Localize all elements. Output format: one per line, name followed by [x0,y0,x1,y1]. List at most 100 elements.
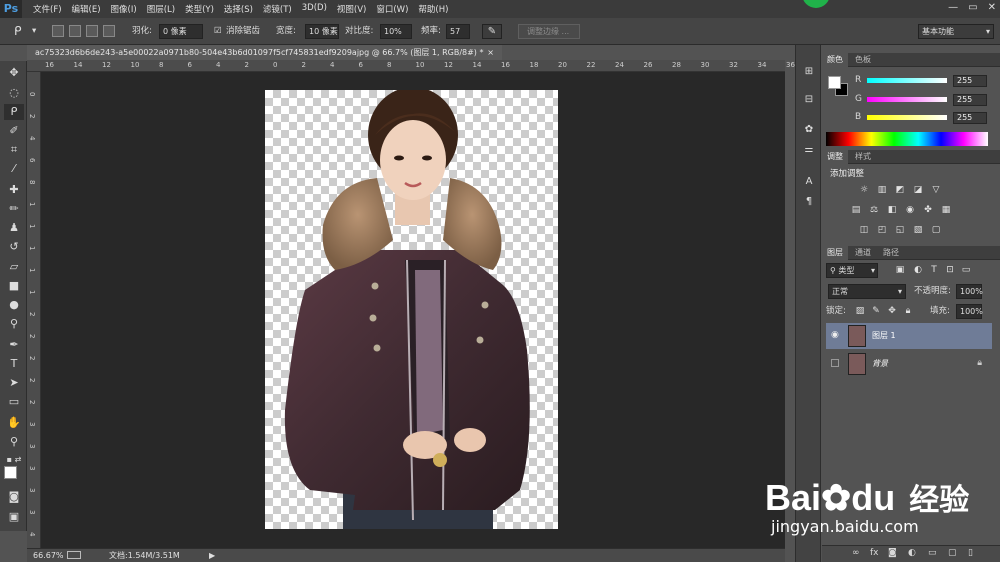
layer-row[interactable]: ◉ 图层 1 [826,323,992,349]
screen-mode-icon[interactable]: ▣ [4,509,24,525]
curves-icon[interactable]: ◩ [894,185,906,196]
filter-pixel-icon[interactable]: ▣ [894,265,906,276]
character-icon[interactable]: A [801,175,817,189]
posterize-icon[interactable]: ◰ [876,225,888,236]
green-value[interactable]: 255 [953,94,987,106]
quick-select-tool-icon[interactable]: ✐ [4,123,24,139]
chevron-down-icon[interactable]: ▾ [32,24,36,39]
maximize-icon[interactable]: ▭ [968,2,977,13]
crop-tool-icon[interactable]: ⌗ [4,142,24,158]
link-icon[interactable]: ∞ [852,548,860,558]
tab-styles[interactable]: 样式 [850,150,876,164]
menu-item[interactable]: 视图(V) [332,3,371,15]
levels-icon[interactable]: ▥ [876,185,888,196]
shape-tool-icon[interactable]: ▭ [4,394,24,410]
gradient-map-icon[interactable]: ▢ [930,225,942,236]
close-icon[interactable]: ✕ [988,2,996,13]
history-icon[interactable]: ⊞ [801,65,817,79]
red-track[interactable] [867,78,947,83]
intersect-selection-button[interactable] [103,25,115,37]
vibrance-icon[interactable]: ▽ [930,185,942,196]
menu-item[interactable]: 图像(I) [106,3,142,15]
dodge-tool-icon[interactable]: ⚲ [4,316,24,332]
healing-brush-tool-icon[interactable]: ✚ [4,182,24,198]
type-tool-icon[interactable]: T [4,356,24,372]
tab-adjustments[interactable]: 调整 [822,150,848,164]
pen-pressure-icon[interactable]: ✎ [482,24,502,39]
eraser-tool-icon[interactable]: ▱ [4,259,24,275]
blend-mode-select[interactable]: 正常 ▾ [828,284,906,299]
feather-input[interactable]: 0 像素 [159,24,203,39]
subtract-selection-button[interactable] [86,25,98,37]
layer-row[interactable]: 背景 🔒︎ [826,351,992,377]
new-selection-button[interactable] [52,25,64,37]
refine-edge-button[interactable]: 调整边缘 ... [518,24,580,39]
menu-item[interactable]: 类型(Y) [180,3,219,15]
filter-adjust-icon[interactable]: ◐ [912,265,924,276]
path-select-tool-icon[interactable]: ➤ [4,375,24,391]
lock-all-icon[interactable]: 🔒︎ [902,306,914,317]
brush-preset-icon[interactable]: ✿ [801,123,817,137]
menu-item[interactable]: 滤镜(T) [258,3,297,15]
tab-layers[interactable]: 图层 [822,246,848,260]
fill-input[interactable]: 100% [956,304,983,319]
lock-brush-icon[interactable]: ✎ [870,306,882,317]
mask-icon[interactable]: ◙ [888,548,897,558]
lock-move-icon[interactable]: ✥ [886,306,898,317]
menu-item[interactable]: 图层(L) [142,3,180,15]
workspace-select[interactable]: 基本功能 ▾ [918,24,994,39]
play-icon[interactable]: ▶ [209,549,215,562]
balance-icon[interactable]: ⚖ [868,205,880,216]
close-icon[interactable]: × [487,45,494,60]
layer-filter-select[interactable]: ⚲ 类型 ▾ [826,263,878,278]
tab-channels[interactable]: 通道 [850,246,876,260]
trash-icon[interactable]: ▯ [968,548,973,558]
hand-tool-icon[interactable]: ✋ [4,415,24,431]
tab-paths[interactable]: 路径 [878,246,904,260]
menu-item[interactable]: 帮助(H) [413,3,453,15]
zoom-tool-icon[interactable]: ⚲ [4,434,24,450]
opacity-input[interactable]: 100% [956,284,983,299]
foreground-color-swatch[interactable] [828,76,841,89]
menu-item[interactable]: 编辑(E) [67,3,106,15]
green-track[interactable] [867,97,947,102]
hue-icon[interactable]: ▤ [850,205,862,216]
photo-filter-icon[interactable]: ◉ [904,205,916,216]
blur-tool-icon[interactable]: ● [4,297,24,313]
slider-green[interactable]: G 255 [855,94,1000,106]
properties-icon[interactable]: ⊟ [801,93,817,107]
filter-shape-icon[interactable]: ⊡ [944,265,956,276]
eye-icon[interactable]: ◉ [831,330,839,340]
pen-tool-icon[interactable]: ✒ [4,337,24,353]
contrast-input[interactable]: 10% [380,24,412,39]
blue-track[interactable] [867,115,947,120]
foreground-color-swatch[interactable] [4,466,17,479]
blue-value[interactable]: 255 [953,112,987,124]
menu-item[interactable]: 选择(S) [219,3,258,15]
lasso-tool-icon[interactable]: ᑭ [4,104,24,120]
filter-smart-icon[interactable]: ▭ [960,265,972,276]
tool-preset-icon[interactable]: ⚌ [801,143,817,157]
zoom-level[interactable]: 66.67% [33,549,64,562]
slider-red[interactable]: R 255 [855,75,1000,87]
selective-color-icon[interactable]: ▧ [912,225,924,236]
visibility-box[interactable] [831,359,839,367]
adjust-layer-icon[interactable]: ◐ [908,548,916,558]
marquee-tool-icon[interactable]: ◌ [4,85,24,101]
width-input[interactable]: 10 像素 [305,24,339,39]
move-tool-icon[interactable]: ✥ [4,65,24,81]
gradient-tool-icon[interactable]: ■ [4,278,24,294]
fx-icon[interactable]: fx [870,548,879,558]
threshold-icon[interactable]: ◱ [894,225,906,236]
channel-mixer-icon[interactable]: ✤ [922,205,934,216]
brightness-icon[interactable]: ☼ [858,185,870,196]
clone-stamp-tool-icon[interactable]: ♟ [4,220,24,236]
tab-swatches[interactable]: 色板 [850,53,876,67]
brush-tool-icon[interactable]: ✏ [4,201,24,217]
quick-mask-icon[interactable]: ◙ [4,489,24,505]
bw-icon[interactable]: ◧ [886,205,898,216]
slider-blue[interactable]: B 255 [855,112,1000,124]
document-tab[interactable]: ac75323d6b6de243-a5e00022a0971b80-504e43… [27,45,502,60]
menu-item[interactable]: 窗口(W) [371,3,413,15]
lock-pixels-icon[interactable]: ▨ [854,306,866,317]
